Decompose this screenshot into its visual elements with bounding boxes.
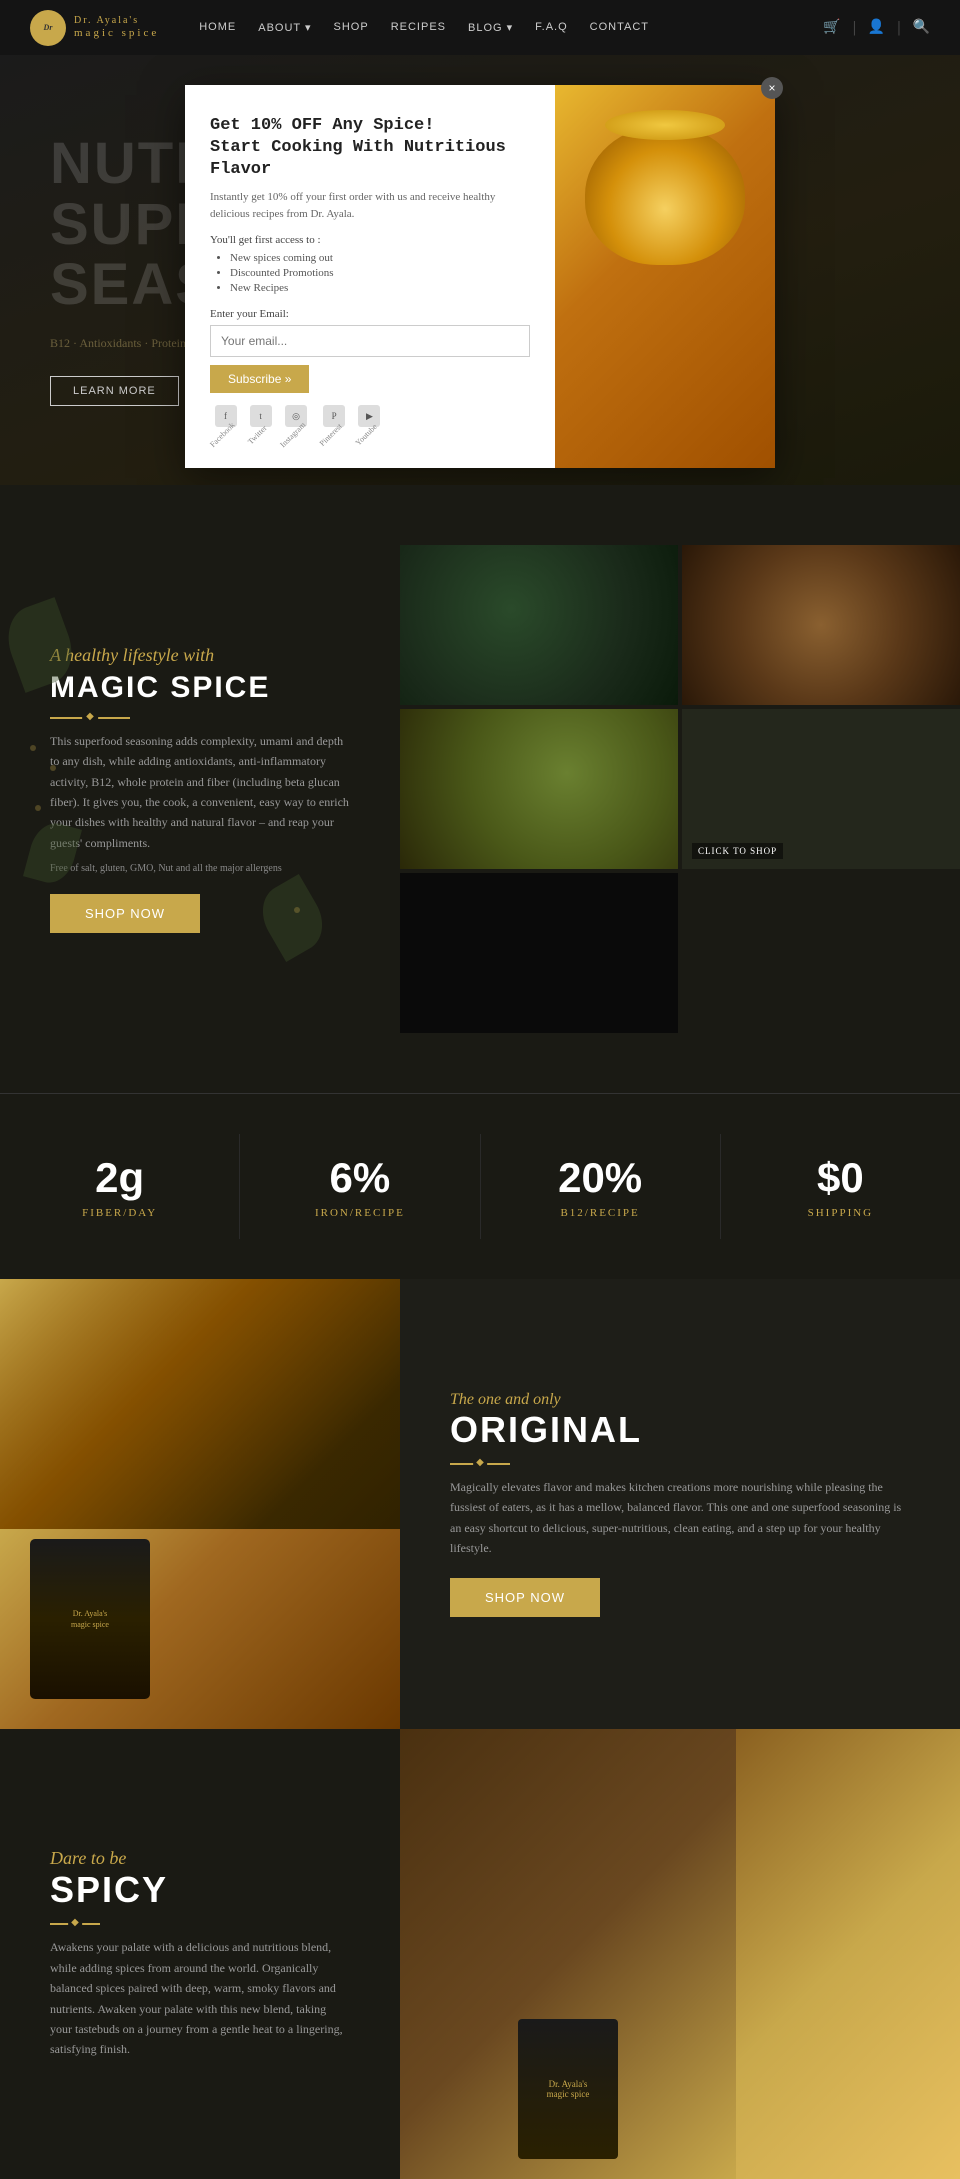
stat-fiber: 2g FIBER/DAY (0, 1134, 240, 1239)
popup-subscribe-button[interactable]: Subscribe » (210, 365, 309, 393)
stat-iron: 6% IRON/RECIPE (240, 1134, 480, 1239)
popup-modal: Get 10% OFF Any Spice! Start Cooking Wit… (185, 85, 775, 468)
popup-spice-image (555, 85, 775, 468)
stat-iron-value: 6% (260, 1154, 459, 1202)
food-image-2 (682, 545, 960, 705)
learn-more-button[interactable]: LEARN MORE (50, 376, 179, 406)
lifestyle-description: This superfood seasoning adds complexity… (50, 731, 350, 853)
popup-email-label: Enter your Email: (210, 308, 530, 320)
food-plate-3 (400, 709, 678, 869)
spicy-section: Dare to be SPICY Awakens your palate wit… (0, 1729, 960, 2179)
user-icon[interactable]: 👤 (868, 19, 885, 36)
popup-social-links: f Facebook t Twitter ◎ Instagram P Pinte… (210, 405, 530, 438)
stat-fiber-label: FIBER/DAY (20, 1207, 219, 1219)
popup-list-item: Discounted Promotions (230, 267, 530, 279)
lifestyle-divider (50, 717, 130, 719)
original-title: ORIGINAL (450, 1409, 910, 1451)
food-img-cta-label: CLICK TO SHOP (692, 843, 783, 859)
food-image-4[interactable]: CLICK TO SHOP (682, 709, 960, 869)
popup-list-item: New spices coming out (230, 252, 530, 264)
social-twitter[interactable]: t Twitter (249, 405, 272, 438)
original-left-panel: Dr. Ayala's magic spice (0, 1279, 400, 1729)
nav-recipes[interactable]: RECIPES (391, 21, 446, 34)
stat-b12-value: 20% (501, 1154, 700, 1202)
logo-circle: Dr (30, 10, 66, 46)
original-divider (450, 1463, 510, 1465)
lifestyle-section: A healthy lifestyle with MAGIC SPICE Thi… (0, 485, 960, 1093)
spicy-right-panel: Dr. Ayala's magic spice (400, 1729, 960, 2179)
stat-shipping-value: $0 (741, 1154, 940, 1202)
popup-access-title: You'll get first access to : (210, 234, 530, 246)
popup-description: Instantly get 10% off your first order w… (210, 189, 530, 222)
product-logo-text: Dr. Ayala's magic spice (71, 1608, 109, 1630)
nav-links: HOME ABOUT ▾ SHOP RECIPES BLOG ▾ F.A.Q C… (199, 21, 823, 34)
nav-faq[interactable]: F.A.Q (535, 21, 568, 34)
food-image-1 (400, 545, 678, 705)
nav-shop[interactable]: SHOP (334, 21, 369, 34)
dot-decoration (294, 907, 300, 913)
spicy-eyebrow: Dare to be (50, 1848, 350, 1869)
popup-access-list: New spices coming out Discounted Promoti… (210, 252, 530, 294)
social-facebook[interactable]: f Facebook (210, 405, 241, 438)
stat-b12: 20% B12/RECIPE (481, 1134, 721, 1239)
stat-fiber-value: 2g (20, 1154, 219, 1202)
popup-list-item: New Recipes (230, 282, 530, 294)
lifestyle-food-grid: CLICK TO SHOP (400, 545, 960, 1033)
navigation: Dr Dr. Ayala's magic spice HOME ABOUT ▾ … (0, 0, 960, 55)
spicy-description: Awakens your palate with a delicious and… (50, 1937, 350, 2059)
popup-close-button[interactable]: × (761, 77, 783, 99)
nav-contact[interactable]: CONTACT (590, 21, 649, 34)
popup-title: Get 10% OFF Any Spice! Start Cooking Wit… (210, 115, 530, 181)
original-eyebrow: The one and only (450, 1391, 910, 1409)
popup-left-panel: Get 10% OFF Any Spice! Start Cooking Wit… (185, 85, 555, 468)
nav-home[interactable]: HOME (199, 21, 236, 34)
lifestyle-shop-button[interactable]: SHOP NOW (50, 894, 200, 933)
spicy-left-panel: Dare to be SPICY Awakens your palate wit… (0, 1729, 400, 2179)
food-image-5 (400, 873, 678, 1033)
hero-section: NUTRIENT DENSE SUPERFOOD SEASON B12 · An… (0, 55, 960, 485)
stat-shipping-label: SHIPPING (741, 1207, 940, 1219)
lifestyle-free-text: Free of salt, gluten, GMO, Nut and all t… (50, 863, 350, 874)
site-logo[interactable]: Dr Dr. Ayala's magic spice (30, 10, 159, 46)
food-image-3 (400, 709, 678, 869)
social-youtube[interactable]: ▶ Youtube (356, 405, 383, 438)
search-icon[interactable]: 🔍 (913, 19, 930, 36)
dot-decoration (50, 765, 56, 771)
original-shop-button[interactable]: SHOP NOW (450, 1578, 600, 1617)
original-right-panel: The one and only ORIGINAL Magically elev… (400, 1279, 960, 1729)
spicy-divider (50, 1923, 100, 1925)
food-plate-1 (400, 545, 678, 705)
leaf-decoration-3 (251, 874, 334, 962)
social-pinterest[interactable]: P Pinterest (320, 405, 348, 438)
leaf-decoration-2 (23, 818, 82, 888)
social-instagram[interactable]: ◎ Instagram (280, 405, 312, 438)
dot-decoration (30, 745, 36, 751)
nav-icons: 🛒 | 👤 | 🔍 (823, 19, 930, 37)
spicy-food-image: Dr. Ayala's magic spice (400, 1729, 736, 2179)
popup-right-panel (555, 85, 775, 468)
dot-decoration (35, 805, 41, 811)
lifestyle-left-panel: A healthy lifestyle with MAGIC SPICE Thi… (0, 545, 400, 1033)
popup-email-input[interactable] (210, 325, 530, 357)
lifestyle-title: MAGIC SPICE (50, 671, 350, 705)
stat-iron-label: IRON/RECIPE (260, 1207, 459, 1219)
logo-text: Dr. Ayala's magic spice (74, 15, 159, 40)
stat-shipping: $0 SHIPPING (721, 1134, 960, 1239)
cart-icon[interactable]: 🛒 (823, 19, 840, 36)
original-description: Magically elevates flavor and makes kitc… (450, 1477, 910, 1559)
spicy-product-package: Dr. Ayala's magic spice (518, 2019, 618, 2159)
nav-about[interactable]: ABOUT ▾ (258, 21, 311, 34)
original-section: Dr. Ayala's magic spice The one and only… (0, 1279, 960, 1729)
stats-section: 2g FIBER/DAY 6% IRON/RECIPE 20% B12/RECI… (0, 1093, 960, 1279)
lifestyle-subtitle: A healthy lifestyle with (50, 645, 350, 666)
stat-b12-label: B12/RECIPE (501, 1207, 700, 1219)
spicy-side-image (736, 1729, 960, 2179)
product-package: Dr. Ayala's magic spice (30, 1539, 150, 1699)
nav-blog[interactable]: BLOG ▾ (468, 21, 513, 34)
spice-bowl-image (585, 125, 745, 265)
spicy-title: SPICY (50, 1869, 350, 1911)
food-plate-2 (682, 545, 960, 705)
